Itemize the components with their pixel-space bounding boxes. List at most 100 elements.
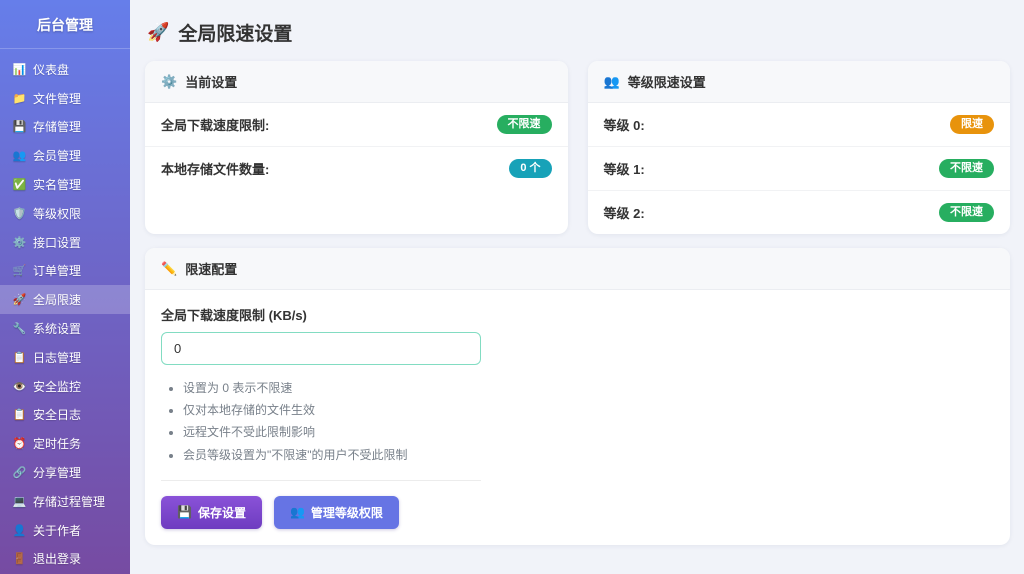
sidebar-item-scheduled-tasks[interactable]: ⏰ 定时任务 — [0, 429, 130, 458]
floppy-disk-icon: 💾 — [12, 120, 27, 133]
level-limits-card: 👥 等级限速设置 等级 0: 限速 等级 1: 不限速 等级 2: 不限速 — [588, 61, 1011, 234]
sidebar-item-storage-management[interactable]: 💾 存储管理 — [0, 113, 130, 142]
stat-row-global-limit: 全局下载速度限制: 不限速 — [145, 103, 568, 147]
sidebar-item-label: 文件管理 — [33, 90, 81, 107]
sidebar-item-log-management[interactable]: 📋 日志管理 — [0, 343, 130, 372]
rocket-icon: 🚀 — [12, 293, 27, 306]
stat-row-level-1: 等级 1: 不限速 — [588, 147, 1011, 191]
speed-config-card: ✏️ 限速配置 全局下载速度限制 (KB/s) 设置为 0 表示不限速 仅对本地… — [145, 248, 1010, 545]
sidebar-item-label: 会员管理 — [33, 147, 81, 164]
sidebar-item-label: 接口设置 — [33, 234, 81, 251]
eye-icon: 👁️ — [12, 380, 27, 393]
sidebar-nav: 📊 仪表盘 📁 文件管理 💾 存储管理 👥 会员管理 ✅ 实名管理 🛡️ 等级权… — [0, 49, 130, 573]
hints-list: 设置为 0 表示不限速 仅对本地存储的文件生效 远程文件不受此限制影响 会员等级… — [161, 377, 994, 466]
card-title: 限速配置 — [185, 259, 237, 278]
sidebar-item-label: 日志管理 — [33, 349, 81, 366]
folder-icon: 📁 — [12, 92, 27, 105]
button-label: 保存设置 — [198, 504, 246, 521]
card-title: 等级限速设置 — [628, 72, 706, 91]
level-limits-header: 👥 等级限速设置 — [588, 61, 1011, 103]
app-title: 后台管理 — [0, 0, 130, 49]
save-settings-button[interactable]: 💾 保存设置 — [161, 496, 262, 529]
floppy-disk-icon: 💾 — [177, 505, 192, 519]
sidebar-item-security-log[interactable]: 📋 安全日志 — [0, 401, 130, 430]
sidebar-item-label: 关于作者 — [33, 522, 81, 539]
button-row: 💾 保存设置 👥 管理等级权限 — [161, 496, 994, 529]
sidebar-item-api-settings[interactable]: ⚙️ 接口设置 — [0, 228, 130, 257]
sidebar-item-order-management[interactable]: 🛒 订单管理 — [0, 257, 130, 286]
sidebar-item-label: 订单管理 — [33, 262, 81, 279]
hint-item: 远程文件不受此限制影响 — [183, 421, 994, 443]
sidebar-item-dashboard[interactable]: 📊 仪表盘 — [0, 55, 130, 84]
sidebar-item-label: 等级权限 — [33, 205, 81, 222]
stat-label: 本地存储文件数量: — [161, 159, 269, 178]
speed-limit-input[interactable] — [161, 332, 481, 365]
status-badge: 限速 — [950, 115, 994, 134]
sidebar-item-global-speed-limit[interactable]: 🚀 全局限速 — [0, 285, 130, 314]
sidebar-item-stored-procedure-management[interactable]: 💻 存储过程管理 — [0, 487, 130, 516]
sidebar-item-label: 定时任务 — [33, 435, 81, 452]
current-settings-header: ⚙️ 当前设置 — [145, 61, 568, 103]
stat-label: 等级 2: — [604, 203, 645, 222]
sidebar-item-level-permissions[interactable]: 🛡️ 等级权限 — [0, 199, 130, 228]
wrench-icon: 🔧 — [12, 322, 27, 335]
link-icon: 🔗 — [12, 466, 27, 479]
laptop-icon: 💻 — [12, 495, 27, 508]
sidebar-item-label: 存储过程管理 — [33, 493, 105, 510]
sidebar-item-label: 存储管理 — [33, 118, 81, 135]
sidebar-item-file-management[interactable]: 📁 文件管理 — [0, 84, 130, 113]
sidebar-item-label: 安全监控 — [33, 378, 81, 395]
speed-config-body: 全局下载速度限制 (KB/s) 设置为 0 表示不限速 仅对本地存储的文件生效 … — [145, 290, 1010, 545]
stat-row-level-2: 等级 2: 不限速 — [588, 191, 1011, 234]
cart-icon: 🛒 — [12, 264, 27, 277]
sidebar-item-member-management[interactable]: 👥 会员管理 — [0, 141, 130, 170]
sidebar-item-security-monitoring[interactable]: 👁️ 安全监控 — [0, 372, 130, 401]
sidebar-item-share-management[interactable]: 🔗 分享管理 — [0, 458, 130, 487]
sidebar-item-label: 退出登录 — [33, 550, 81, 567]
top-cards-row: ⚙️ 当前设置 全局下载速度限制: 不限速 本地存储文件数量: 0 个 👥 等级… — [145, 61, 1010, 234]
rocket-icon: 🚀 — [147, 22, 169, 43]
clipboard-icon: 📋 — [12, 351, 27, 364]
page-title-text: 全局限速设置 — [178, 19, 292, 46]
hint-item: 仅对本地存储的文件生效 — [183, 399, 994, 421]
door-icon: 🚪 — [12, 552, 27, 565]
status-badge: 不限速 — [497, 115, 552, 134]
speed-config-header: ✏️ 限速配置 — [145, 248, 1010, 290]
hint-item: 会员等级设置为"不限速"的用户不受此限制 — [183, 444, 994, 466]
manage-levels-button[interactable]: 👥 管理等级权限 — [274, 496, 399, 529]
stat-row-level-0: 等级 0: 限速 — [588, 103, 1011, 147]
main-content: 🚀 全局限速设置 ⚙️ 当前设置 全局下载速度限制: 不限速 本地存储文件数量:… — [130, 0, 1024, 574]
alarm-clock-icon: ⏰ — [12, 437, 27, 450]
sidebar: 后台管理 📊 仪表盘 📁 文件管理 💾 存储管理 👥 会员管理 ✅ 实名管理 🛡… — [0, 0, 130, 574]
sidebar-item-logout[interactable]: 🚪 退出登录 — [0, 545, 130, 574]
sidebar-item-label: 全局限速 — [33, 291, 81, 308]
sidebar-item-label: 实名管理 — [33, 176, 81, 193]
person-icon: 👤 — [12, 524, 27, 537]
sidebar-item-label: 仪表盘 — [33, 61, 69, 78]
status-badge: 不限速 — [939, 203, 994, 222]
card-title: 当前设置 — [185, 72, 237, 91]
gear-icon: ⚙️ — [12, 236, 27, 249]
stat-label: 全局下载速度限制: — [161, 115, 269, 134]
sidebar-item-label: 安全日志 — [33, 406, 81, 423]
button-label: 管理等级权限 — [311, 504, 383, 521]
users-icon: 👥 — [290, 505, 305, 519]
sidebar-item-system-settings[interactable]: 🔧 系统设置 — [0, 314, 130, 343]
users-icon: 👥 — [12, 149, 27, 162]
check-icon: ✅ — [12, 178, 27, 191]
hint-item: 设置为 0 表示不限速 — [183, 377, 994, 399]
stat-label: 等级 1: — [604, 159, 645, 178]
sidebar-item-about-author[interactable]: 👤 关于作者 — [0, 516, 130, 545]
sidebar-item-realname-management[interactable]: ✅ 实名管理 — [0, 170, 130, 199]
page-title: 🚀 全局限速设置 — [147, 19, 1010, 46]
count-badge: 0 个 — [509, 159, 551, 178]
clipboard-icon: 📋 — [12, 408, 27, 421]
stat-label: 等级 0: — [604, 115, 645, 134]
dashboard-icon: 📊 — [12, 63, 27, 76]
users-icon: 👥 — [604, 74, 620, 90]
pencil-icon: ✏️ — [161, 261, 177, 277]
sidebar-item-label: 分享管理 — [33, 464, 81, 481]
sidebar-item-label: 系统设置 — [33, 320, 81, 337]
status-badge: 不限速 — [939, 159, 994, 178]
speed-input-label: 全局下载速度限制 (KB/s) — [161, 305, 994, 324]
